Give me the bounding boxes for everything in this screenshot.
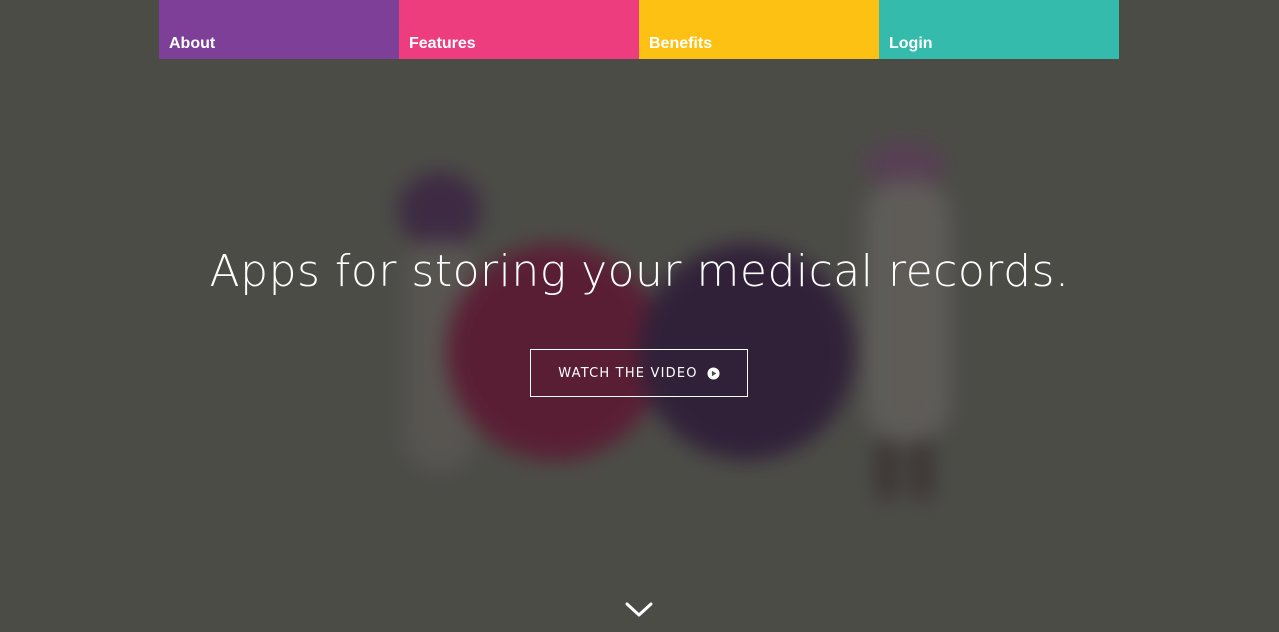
- hero-background-image: [398, 141, 950, 500]
- chevron-down-icon[interactable]: [624, 600, 654, 620]
- nav-item-label: About: [169, 35, 216, 52]
- main-navigation: About Features Benefits Login: [159, 0, 1119, 59]
- watch-video-button[interactable]: WATCH THE VIDEO: [530, 349, 748, 397]
- watch-video-label: WATCH THE VIDEO: [558, 365, 698, 381]
- landing-page: About Features Benefits Login Apps for s…: [0, 0, 1279, 632]
- nav-item-about[interactable]: About: [159, 0, 399, 59]
- play-circle-icon: [707, 366, 720, 380]
- hero-headline: Apps for storing your medical records.: [209, 246, 1070, 297]
- nav-item-label: Features: [409, 35, 476, 52]
- nav-item-label: Login: [889, 35, 933, 52]
- nav-item-login[interactable]: Login: [879, 0, 1119, 59]
- nav-item-benefits[interactable]: Benefits: [639, 0, 879, 59]
- nav-item-features[interactable]: Features: [399, 0, 639, 59]
- nav-item-label: Benefits: [649, 35, 713, 52]
